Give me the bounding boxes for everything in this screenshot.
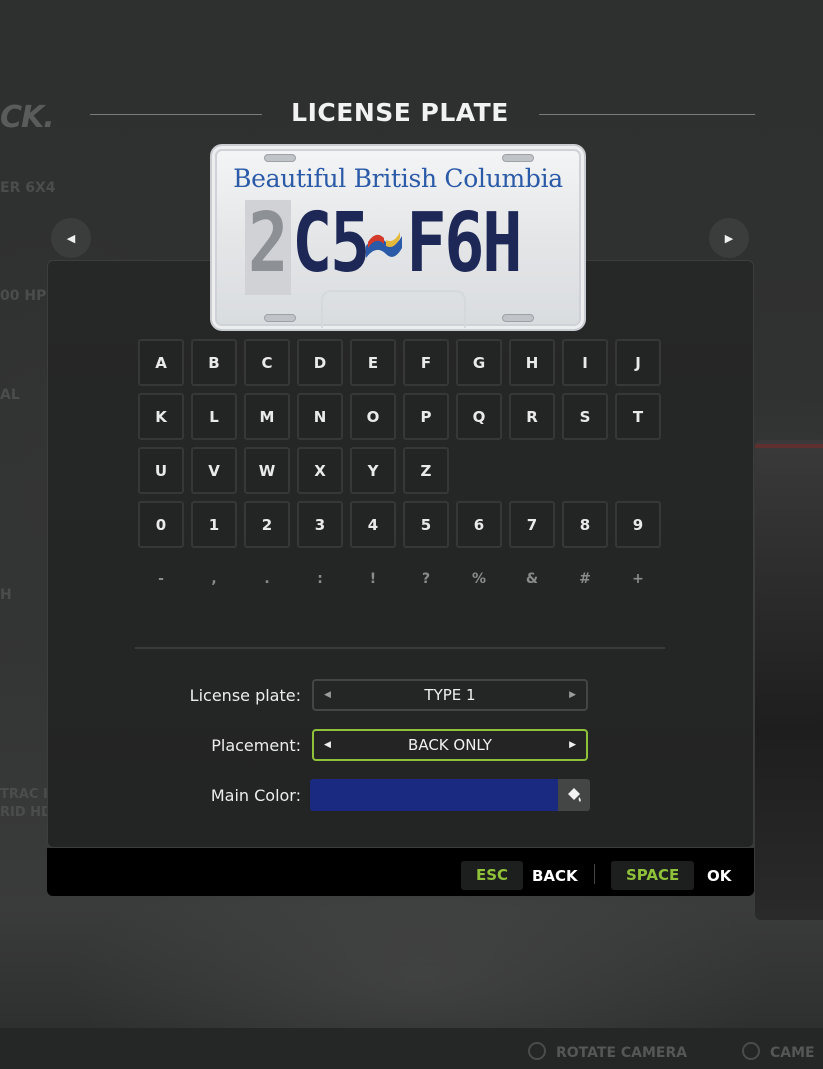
key-symbol: - [158, 570, 164, 587]
space-key-hint[interactable]: SPACE [611, 861, 695, 890]
placement-selector[interactable]: ◀ BACK ONLY ▶ [312, 729, 588, 761]
spec-text: RID HD [0, 805, 52, 820]
color-picker-button[interactable] [558, 779, 590, 811]
plate-hole [502, 314, 534, 322]
main-color-label: Main Color: [210, 786, 301, 805]
key-l[interactable]: L [191, 393, 237, 440]
key-z[interactable]: Z [403, 447, 449, 494]
key-k[interactable]: K [138, 393, 184, 440]
camera-hint: CAME [742, 1042, 815, 1061]
key-t[interactable]: T [615, 393, 661, 440]
paint-bucket-icon [568, 788, 581, 802]
key-0[interactable]: 0 [138, 501, 184, 548]
key-o[interactable]: O [350, 393, 396, 440]
arrow-left-icon: ◀ [66, 231, 76, 245]
arrow-right-icon[interactable]: ▶ [569, 690, 576, 700]
spec-text: H [0, 587, 12, 603]
key-7[interactable]: 7 [509, 501, 555, 548]
key-symbol: % [471, 570, 487, 587]
previous-arrow-button[interactable]: ◀ [51, 218, 91, 258]
key-symbol: & [525, 570, 539, 587]
key-d[interactable]: D [297, 339, 343, 386]
key-p[interactable]: P [403, 393, 449, 440]
key-j[interactable]: J [615, 339, 661, 386]
arrow-right-icon: ▶ [724, 231, 734, 245]
camera-icon [742, 1042, 760, 1060]
truck-silhouette [755, 440, 823, 920]
license-plate-type-label: License plate: [189, 686, 301, 705]
key-g[interactable]: G [456, 339, 502, 386]
key-r[interactable]: R [509, 393, 555, 440]
spec-text: ER 6X4 [0, 180, 56, 196]
plate-hole [502, 154, 534, 162]
key-6[interactable]: 6 [456, 501, 502, 548]
key-symbol: , [211, 570, 217, 587]
key-i[interactable]: I [562, 339, 608, 386]
license-plate-preview: Beautiful British Columbia 2 C5 F6H [210, 144, 586, 331]
key-u[interactable]: U [138, 447, 184, 494]
key-h[interactable]: H [509, 339, 555, 386]
key-2[interactable]: 2 [244, 501, 290, 548]
key-symbol: ? [421, 570, 431, 587]
key-f[interactable]: F [403, 339, 449, 386]
key-m[interactable]: M [244, 393, 290, 440]
license-plate-type-selector[interactable]: ◀ TYPE 1 ▶ [312, 679, 588, 711]
plate-hole [264, 154, 296, 162]
main-color-swatch[interactable] [310, 779, 560, 811]
key-symbol: . [264, 570, 270, 587]
license-plate-type-value: TYPE 1 [424, 686, 476, 704]
key-q[interactable]: Q [456, 393, 502, 440]
next-arrow-button[interactable]: ▶ [709, 218, 749, 258]
esc-key-hint[interactable]: ESC [461, 861, 524, 890]
placement-value: BACK ONLY [408, 736, 492, 754]
page-title: LICENSE PLATE [291, 98, 509, 127]
plate-slogan: Beautiful British Columbia [233, 164, 563, 193]
arrow-left-icon[interactable]: ◀ [324, 690, 331, 700]
panel-divider [135, 647, 665, 649]
key-a[interactable]: A [138, 339, 184, 386]
spec-text: TRAC I [0, 787, 48, 802]
plate-sticker-area [321, 290, 466, 328]
key-symbol: ! [369, 570, 377, 587]
rotate-camera-hint: ROTATE CAMERA [528, 1042, 687, 1061]
key-v[interactable]: V [191, 447, 237, 494]
key-3[interactable]: 3 [297, 501, 343, 548]
spec-text: AL [0, 387, 20, 403]
key-y[interactable]: Y [350, 447, 396, 494]
back-label[interactable]: BACK [532, 867, 578, 885]
ok-label[interactable]: OK [707, 867, 731, 885]
truck-trim [755, 444, 823, 448]
footer-separator [594, 864, 595, 884]
key-e[interactable]: E [350, 339, 396, 386]
placement-label: Placement: [211, 736, 301, 755]
key-n[interactable]: N [297, 393, 343, 440]
brand-logo: CK. [0, 100, 55, 135]
footer-bar: ESC BACK SPACE OK [47, 848, 754, 896]
title-divider-right [539, 114, 755, 115]
key-8[interactable]: 8 [562, 501, 608, 548]
key-w[interactable]: W [244, 447, 290, 494]
plate-hole [264, 314, 296, 322]
key-s[interactable]: S [562, 393, 608, 440]
key-symbol: : [317, 570, 323, 587]
key-1[interactable]: 1 [191, 501, 237, 548]
key-9[interactable]: 9 [615, 501, 661, 548]
key-symbol: + [632, 570, 644, 587]
arrow-right-icon[interactable]: ▶ [569, 740, 576, 750]
key-5[interactable]: 5 [403, 501, 449, 548]
bottom-hint-bar [0, 1028, 823, 1069]
key-b[interactable]: B [191, 339, 237, 386]
plate-number: C5 F6H [292, 196, 523, 291]
camera-rotate-icon [528, 1042, 546, 1060]
plate-cursor-char: 2 [248, 196, 289, 291]
spec-text: 00 HP [0, 288, 47, 304]
arrow-left-icon[interactable]: ◀ [324, 740, 331, 750]
key-symbol: # [579, 570, 591, 587]
bc-flag-icon [366, 232, 402, 258]
key-x[interactable]: X [297, 447, 343, 494]
title-row: LICENSE PLATE [90, 98, 755, 132]
key-c[interactable]: C [244, 339, 290, 386]
key-4[interactable]: 4 [350, 501, 396, 548]
